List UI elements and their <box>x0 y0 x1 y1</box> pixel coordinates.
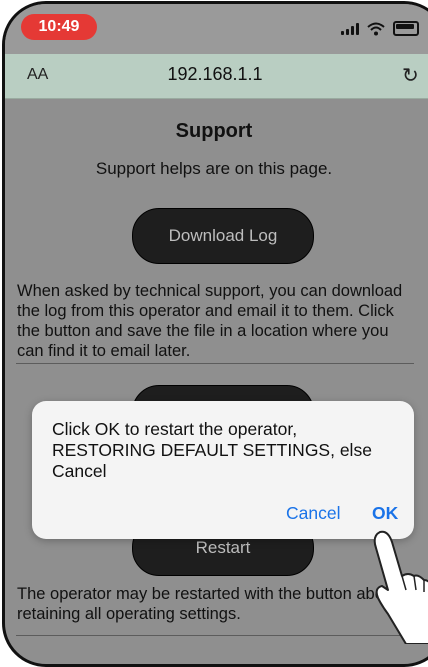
dialog-message: Click OK to restart the operator, RESTOR… <box>52 419 372 481</box>
url-field[interactable]: 192.168.1.1 <box>5 64 425 85</box>
section-divider <box>16 363 414 364</box>
confirm-dialog: Click OK to restart the operator, RESTOR… <box>32 401 414 539</box>
page-title: Support <box>175 120 253 142</box>
wifi-icon <box>367 22 385 35</box>
status-bar: 10:49 <box>5 4 428 54</box>
status-time: 10:49 <box>21 14 97 40</box>
battery-icon <box>393 21 419 36</box>
dialog-cancel-button[interactable]: Cancel <box>286 503 340 524</box>
reload-icon[interactable]: ↻ <box>402 63 419 88</box>
page-subtitle: Support helps are on this page. <box>95 159 333 178</box>
restart-description: The operator may be restarted with the b… <box>17 585 406 623</box>
address-bar[interactable]: AA 192.168.1.1 ↻ <box>5 54 428 99</box>
download-description: When asked by technical support, you can… <box>17 282 403 360</box>
signal-icon <box>341 22 359 35</box>
section-divider <box>16 635 414 636</box>
pointing-hand-icon <box>373 530 428 644</box>
status-icons <box>341 21 419 36</box>
download-log-button[interactable]: Download Log <box>132 208 314 264</box>
